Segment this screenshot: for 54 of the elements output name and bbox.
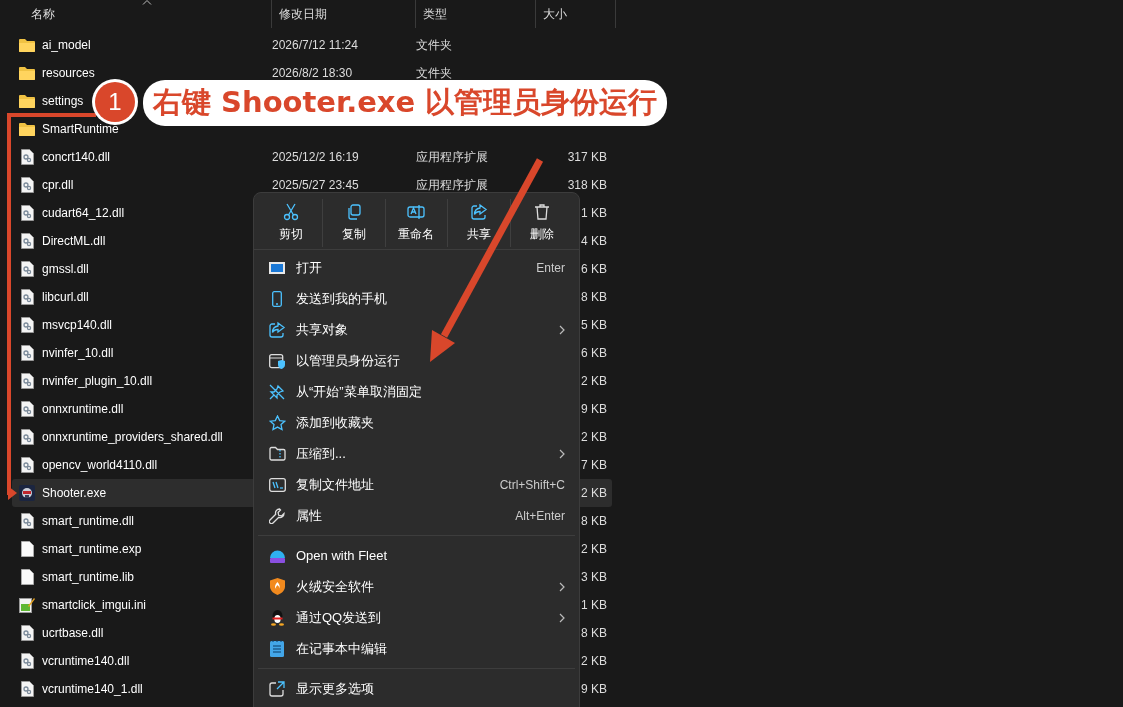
file-size: 2 KB [581, 374, 607, 388]
file-name: onnxruntime.dll [42, 402, 124, 416]
file-name: gmssl.dll [42, 262, 89, 276]
file-name: smartclick_imgui.ini [42, 598, 147, 612]
file-size: 6 KB [581, 262, 607, 276]
file-date: 2025/5/27 23:45 [272, 178, 359, 192]
file-name: concrt140.dll [42, 150, 111, 164]
file-size: 2 KB [581, 486, 607, 500]
file-size: 5 KB [581, 318, 607, 332]
file-size: 317 KB [567, 150, 607, 164]
file-date: 2026/8/2 18:30 [272, 66, 353, 80]
file-size: 9 KB [581, 402, 607, 416]
file-size: 9 KB [581, 682, 607, 696]
file-name: Shooter.exe [42, 486, 107, 500]
file-name: opencv_world4110.dll [42, 458, 158, 472]
file-name: onnxruntime_providers_shared.dll [42, 430, 223, 444]
file-name: nvinfer_10.dll [42, 346, 114, 360]
file-size: 2 KB [581, 654, 607, 668]
file-name: cpr.dll [42, 178, 74, 192]
file-name: DirectML.dll [42, 234, 106, 248]
file-type: 文件夹 [416, 65, 452, 80]
file-size: 2 KB [581, 542, 607, 556]
file-name: smart_runtime.dll [42, 514, 135, 528]
file-size: 8 KB [581, 514, 607, 528]
file-name: smart_runtime.lib [42, 570, 135, 584]
file-type: 文件夹 [416, 37, 452, 52]
step-number-badge: 1 [95, 82, 135, 122]
file-name: cudart64_12.dll [42, 206, 125, 220]
file-name: nvinfer_plugin_10.dll [42, 374, 153, 388]
file-name: resources [42, 66, 95, 80]
instruction-tooltip: 右键 Shooter.exe 以管理员身份运行 [143, 80, 668, 126]
file-name: libcurl.dll [42, 290, 89, 304]
file-size: 3 KB [581, 570, 607, 584]
file-name: smart_runtime.exp [42, 542, 142, 556]
file-type: 应用程序扩展 [416, 149, 488, 164]
file-size: 318 KB [567, 178, 607, 192]
file-date: 2026/7/12 11:24 [272, 38, 358, 52]
file-size: 1 KB [581, 206, 607, 220]
file-name: msvcp140.dll [42, 318, 113, 332]
file-size: 1 KB [581, 598, 607, 612]
file-name: vcruntime140_1.dll [42, 682, 143, 696]
file-name: vcruntime140.dll [42, 654, 130, 668]
file-name: SmartRuntime [42, 122, 119, 136]
file-name: settings [42, 94, 84, 108]
file-size: 4 KB [581, 234, 607, 248]
file-name: ai_model [42, 38, 91, 52]
file-date: 2025/12/2 16:19 [272, 150, 359, 164]
file-type: 应用程序扩展 [416, 177, 488, 192]
file-size: 8 KB [581, 290, 607, 304]
file-size: 7 KB [581, 458, 607, 472]
file-size: 6 KB [581, 346, 607, 360]
file-name: ucrtbase.dll [42, 626, 104, 640]
file-size: 2 KB [581, 430, 607, 444]
file-size: 8 KB [581, 626, 607, 640]
